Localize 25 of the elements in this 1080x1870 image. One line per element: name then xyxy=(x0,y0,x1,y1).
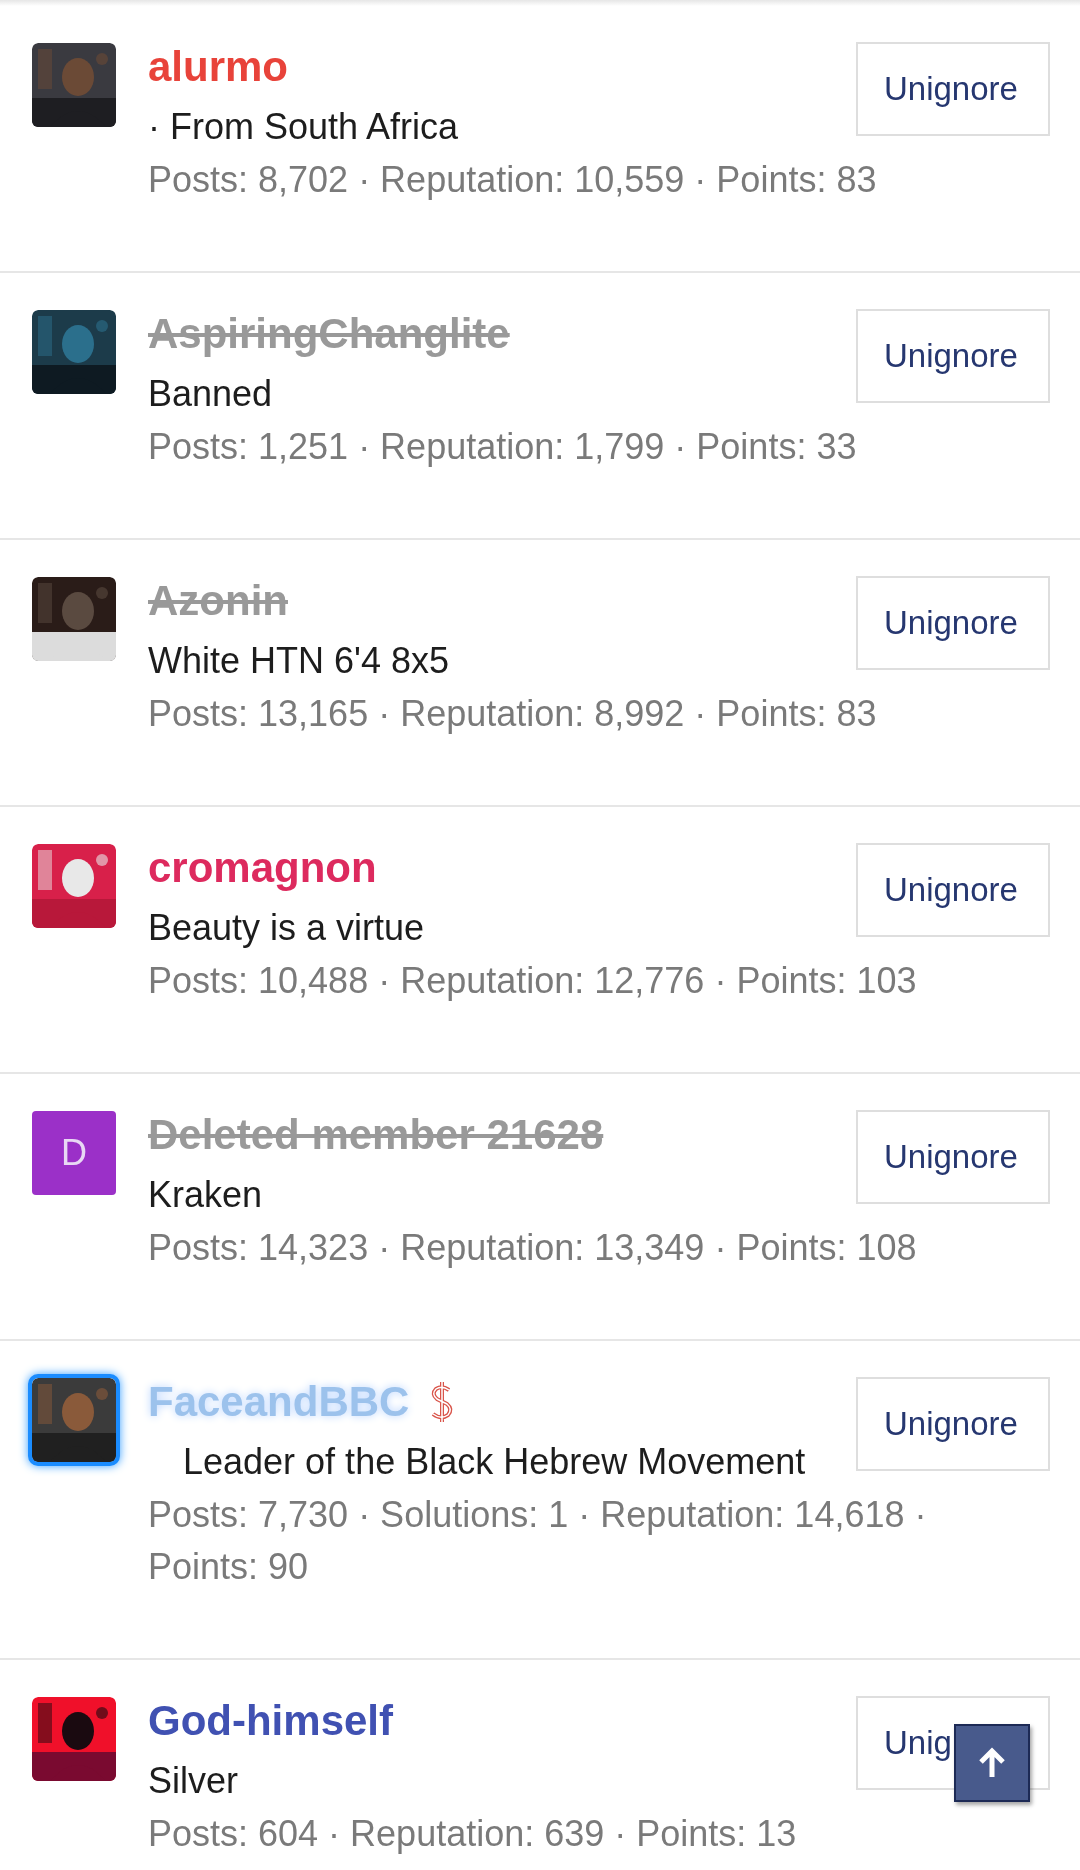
user-title: Banned xyxy=(148,372,273,416)
user-title: Beauty is a virtue xyxy=(148,906,425,950)
member-stats: Posts: 10,488 · Reputation: 12,776 · Points: 103 xyxy=(148,959,917,1003)
user-title: · From South Africa xyxy=(148,105,459,149)
username[interactable]: cromagnon xyxy=(148,844,377,892)
username[interactable]: alurmo xyxy=(148,43,289,91)
member-stats: Posts: 1,251 · Reputation: 1,799 · Points: 33 xyxy=(148,425,857,469)
unignore-button[interactable]: Unignore xyxy=(856,843,1050,937)
member-stats: Posts: 604 · Reputation: 639 · Points: 13 xyxy=(148,1812,797,1856)
unignore-button[interactable]: Unignore xyxy=(856,576,1050,670)
user-title: Silver xyxy=(148,1759,239,1803)
user-title: Leader of the Black Hebrew Movement xyxy=(182,1440,806,1484)
member-stats: Posts: 14,323 · Reputation: 13,349 · Points: 108 xyxy=(148,1226,917,1270)
member-stats: Posts: 8,702 · Reputation: 10,559 · Points: 83 xyxy=(148,158,877,202)
unignore-button[interactable]: Unignore xyxy=(856,1110,1050,1204)
member-stats: Posts: 7,730 · Solutions: 1 · Reputation: 14,618 · Points: 90 xyxy=(148,1493,928,1589)
scroll-top-button[interactable] xyxy=(954,1724,1030,1802)
unignore-button[interactable]: Unignore xyxy=(856,42,1050,136)
letter-avatar[interactable]: D xyxy=(32,1111,116,1195)
user-title: Kraken xyxy=(148,1173,263,1217)
username[interactable]: God-himself xyxy=(148,1697,393,1745)
unignore-button[interactable]: Unignore xyxy=(856,1377,1050,1471)
member-stats: Posts: 13,165 · Reputation: 8,992 · Points: 83 xyxy=(148,692,877,736)
user-title: White HTN 6'4 8x5 xyxy=(148,639,449,683)
unignore-button[interactable]: Unignore xyxy=(856,309,1050,403)
